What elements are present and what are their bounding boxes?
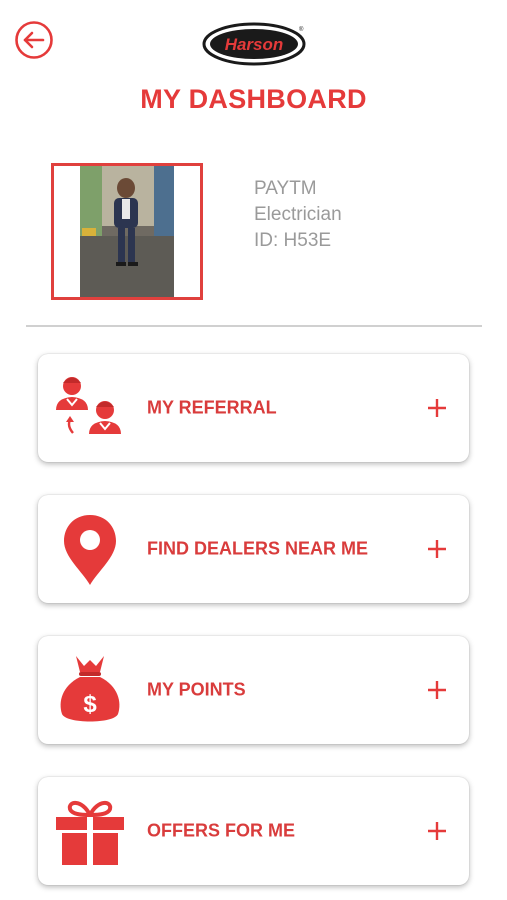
- divider: [26, 325, 482, 327]
- profile-id: ID: H53E: [254, 230, 332, 251]
- profile-info: PAYTM Electrician ID: H53E: [254, 176, 342, 254]
- menu-label: MY REFERRAL: [147, 397, 277, 418]
- back-button[interactable]: [14, 20, 54, 60]
- profile-photo[interactable]: [51, 163, 203, 300]
- menu-card-offers[interactable]: OFFERS FOR ME: [38, 777, 469, 885]
- money-bag-icon: $: [52, 652, 128, 728]
- plus-icon[interactable]: [427, 398, 447, 418]
- referral-users-icon: [52, 370, 128, 446]
- menu-label: OFFERS FOR ME: [147, 820, 295, 841]
- arrow-left-icon: [15, 21, 53, 59]
- menu-label: FIND DEALERS NEAR ME: [147, 538, 369, 559]
- page-title: MY DASHBOARD: [140, 84, 367, 114]
- plus-icon[interactable]: [427, 821, 447, 841]
- menu-card-find-dealers[interactable]: FIND DEALERS NEAR ME: [38, 495, 469, 603]
- svg-text:Harson: Harson: [225, 35, 284, 54]
- profile-name: PAYTM: [254, 178, 317, 199]
- menu-card-my-points[interactable]: $ MY POINTS: [38, 636, 469, 744]
- location-pin-icon: [52, 511, 128, 587]
- svg-text:$: $: [83, 691, 97, 718]
- menu-card-my-referral[interactable]: MY REFERRAL: [38, 354, 469, 462]
- gift-icon: [52, 793, 128, 869]
- menu-label: MY POINTS: [147, 679, 246, 700]
- profile-role: Electrician: [254, 204, 342, 225]
- plus-icon[interactable]: [427, 539, 447, 559]
- svg-text:®: ®: [299, 26, 304, 33]
- brand-logo: Harson ®: [202, 22, 306, 66]
- plus-icon[interactable]: [427, 680, 447, 700]
